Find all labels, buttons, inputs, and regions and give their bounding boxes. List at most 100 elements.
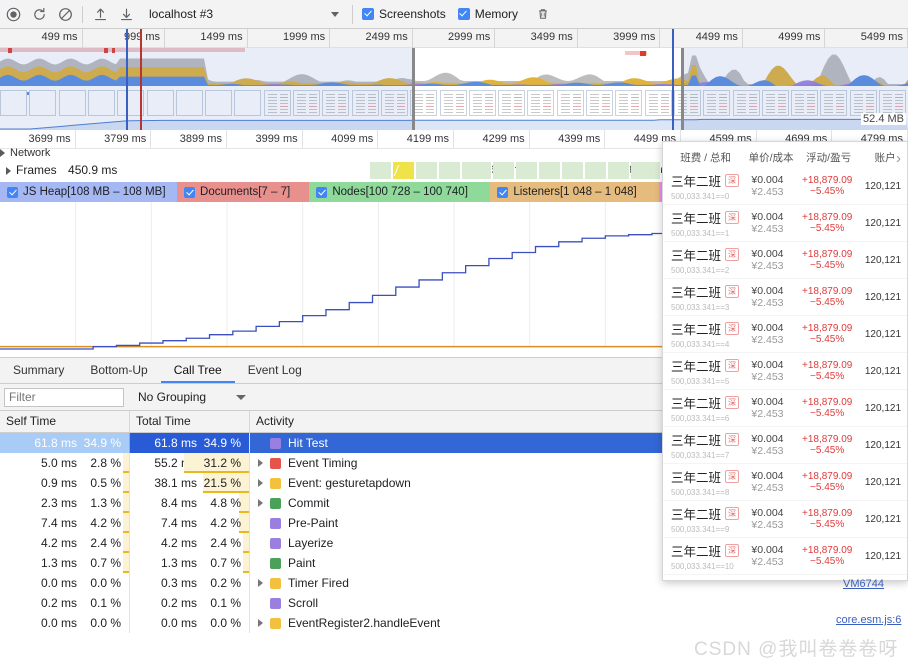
counter-toggle-3[interactable]: Nodes[100 728 – 100 740] — [309, 182, 491, 202]
frame-block[interactable] — [493, 162, 515, 179]
filmstrip-frame[interactable] — [205, 90, 233, 116]
filmstrip-frame[interactable] — [380, 90, 408, 116]
filmstrip-frame[interactable] — [0, 90, 27, 116]
filmstrip-frame[interactable] — [556, 90, 584, 116]
filmstrip-frame[interactable] — [468, 90, 496, 116]
upload-profile-icon[interactable] — [87, 1, 113, 27]
filmstrip-frame[interactable] — [29, 90, 57, 116]
filmstrip-frame[interactable] — [586, 90, 613, 116]
memory-checkbox[interactable]: Memory — [457, 7, 518, 21]
target-select[interactable]: localhost #3 — [149, 3, 343, 25]
frames-duration-1: 450.9 ms — [68, 163, 118, 177]
preview-cell-change: +18,879.09 −5.45% — [794, 249, 859, 271]
filmstrip-frame[interactable] — [293, 90, 320, 116]
expand-triangle-icon[interactable] — [258, 453, 270, 473]
selection-marker-end[interactable] — [140, 29, 142, 130]
frame-block[interactable] — [608, 162, 630, 179]
table-row[interactable]: 0.0 ms 0.0 % 0.0 ms 0.0 % EventRegister2.han… — [0, 613, 908, 633]
expand-triangle-icon[interactable] — [258, 473, 270, 493]
filmstrip-frame[interactable] — [87, 90, 115, 116]
checkbox-box — [184, 186, 196, 198]
preview-cell-name: 三年二班深500,033.341==11 — [671, 578, 751, 580]
filmstrip-frame[interactable] — [351, 90, 379, 116]
clear-prohibited-icon[interactable] — [52, 1, 78, 27]
filmstrip-frame[interactable] — [791, 90, 819, 116]
reload-icon[interactable] — [26, 1, 52, 27]
timeline-overview[interactable]: 499 ms 999 ms 1499 ms 1999 ms 2499 ms 2999 ms… — [0, 29, 908, 130]
filmstrip-frame[interactable] — [58, 90, 86, 116]
frames-track-title[interactable]: Frames 450.9 ms — [6, 163, 117, 177]
tab-event-log[interactable]: Event Log — [235, 358, 315, 383]
frame-block[interactable] — [539, 162, 561, 179]
activity-name: Layerize — [288, 536, 334, 550]
vm-source-link[interactable]: VM6744 — [843, 578, 884, 590]
frame-block[interactable] — [439, 162, 461, 179]
activity-name: Hit Test — [288, 436, 328, 450]
tab-summary[interactable]: Summary — [0, 358, 77, 383]
filmstrip-frame[interactable] — [615, 90, 643, 116]
filter-input[interactable] — [4, 387, 124, 407]
filmstrip-frame[interactable] — [820, 90, 848, 116]
filmstrip-frame[interactable] — [673, 90, 701, 116]
download-profile-icon[interactable] — [113, 1, 139, 27]
screenshot-preview-popup[interactable]: 班费 / 总和 单价/成本 浮动/盈亏 账户 › 三年二班深 500,033.341==… — [662, 141, 908, 581]
self-time-pct: 4.2 % — [90, 516, 121, 530]
core-source-link[interactable]: core.esm.js:6 — [836, 614, 901, 626]
self-time-pct: 0.7 % — [90, 556, 121, 570]
expand-triangle-icon[interactable] — [258, 573, 270, 593]
expand-triangle-icon[interactable] — [258, 613, 270, 633]
network-track-label: Network — [10, 147, 51, 159]
preview-name: 三年二班 — [671, 545, 722, 559]
filmstrip-frame[interactable] — [527, 90, 555, 116]
frame-block[interactable] — [370, 162, 392, 179]
frame-block[interactable] — [585, 162, 607, 179]
overview-filmstrip[interactable] — [0, 88, 908, 118]
counter-toggle-1[interactable]: JS Heap[108 MB – 108 MB] — [0, 182, 178, 202]
overview-body[interactable] — [0, 48, 908, 130]
record-circle-icon[interactable] — [0, 1, 26, 27]
counter-toggle-4[interactable]: Listeners[1 048 – 1 048] — [490, 182, 660, 202]
filmstrip-frame[interactable] — [498, 90, 526, 116]
trash-icon[interactable] — [530, 1, 556, 27]
filmstrip-frame[interactable] — [439, 90, 467, 116]
preview-change: +18,879.09 — [801, 508, 853, 519]
chevron-right-icon[interactable]: › — [896, 150, 901, 167]
counter-toggle-2[interactable]: Documents[7 – 7] — [177, 182, 310, 202]
counter-label: Listeners[1 048 – 1 048] — [513, 186, 637, 198]
expand-triangle-icon[interactable] — [6, 166, 11, 175]
column-header-total-time[interactable]: Total Time — [130, 411, 250, 432]
overview-window-right-handle[interactable] — [681, 48, 684, 130]
preview-cell-change: +18,879.09 −5.45% — [794, 286, 859, 308]
selection-marker-window[interactable] — [672, 29, 674, 130]
frame-block[interactable] — [393, 162, 415, 179]
overview-tick-label: 4499 ms — [695, 31, 738, 43]
filmstrip-frame[interactable] — [146, 90, 174, 116]
frame-block[interactable] — [516, 162, 538, 179]
tab-bottom-up[interactable]: Bottom-Up — [77, 358, 160, 383]
preview-change: +18,879.09 — [801, 397, 853, 408]
preview-code: 500,033.341==1 — [671, 229, 730, 238]
frame-block[interactable] — [631, 162, 661, 179]
filmstrip-frame[interactable] — [732, 90, 760, 116]
tab-call-tree[interactable]: Call Tree — [160, 358, 235, 383]
grouping-select[interactable]: No Grouping — [138, 390, 247, 404]
preview-code: 500,033.341==4 — [671, 340, 730, 349]
frame-block[interactable] — [562, 162, 584, 179]
preview-change-pct: −5.45% — [810, 371, 845, 382]
expand-triangle-icon[interactable] — [258, 493, 270, 513]
selection-marker-start[interactable] — [126, 29, 128, 130]
frame-block[interactable] — [416, 162, 438, 179]
screenshots-checkbox[interactable]: Screenshots — [362, 7, 446, 21]
filmstrip-frame[interactable] — [322, 90, 350, 116]
overview-window-left-handle[interactable] — [412, 48, 415, 130]
table-row[interactable]: 0.2 ms 0.1 % 0.2 ms 0.1 % Scroll — [0, 593, 908, 613]
filmstrip-frame[interactable] — [263, 90, 291, 116]
frame-block[interactable] — [462, 162, 492, 179]
filmstrip-frame[interactable] — [175, 90, 203, 116]
filmstrip-frame[interactable] — [234, 90, 262, 116]
column-header-self-time[interactable]: Self Time — [0, 411, 130, 432]
filmstrip-frame[interactable] — [644, 90, 672, 116]
filmstrip-frame[interactable] — [761, 90, 789, 116]
expand-triangle-icon[interactable] — [0, 149, 5, 158]
filmstrip-frame[interactable] — [703, 90, 731, 116]
